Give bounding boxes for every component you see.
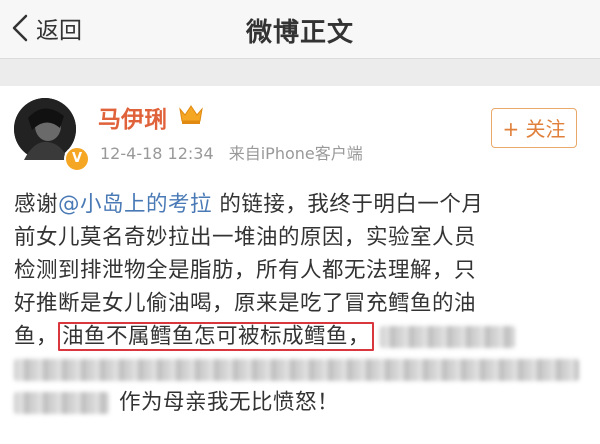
text-segment: 作为母亲我无比愤怒！ [119, 390, 340, 415]
post-source: 来自iPhone客户端 [228, 144, 363, 163]
text-segment: 的链接，我终于明白一个月 [212, 192, 484, 217]
post-line: 鱼， 油鱼不属鳕鱼怎可被标成鳕鱼， [14, 320, 589, 353]
post-line: 作为母亲我无比愤怒！ [14, 386, 589, 419]
verified-v-badge-icon: V [64, 146, 90, 172]
text-segment: 鱼， [14, 324, 59, 349]
post-meta: 12-4-18 12:34 来自iPhone客户端 [100, 140, 373, 164]
navigation-bar: 返回 微博正文 [0, 0, 600, 59]
post-line: 检测到排泄物全是脂肪，所有人都无法理解，只 [14, 258, 477, 283]
crown-vip-icon [179, 105, 203, 124]
post-line: 前女儿莫名奇妙拉出一堆油的原因，实验室人员 [14, 225, 477, 250]
highlighted-text: 油鱼不属鳕鱼怎可被标成鳕鱼， [58, 322, 375, 351]
page-title: 微博正文 [245, 18, 354, 48]
blurred-text [14, 392, 109, 414]
post-line: 感谢@小岛上的考拉 的链接，我终于明白一个月 [14, 188, 589, 221]
mention-link[interactable]: @小岛上的考拉 [58, 192, 212, 217]
post-line: 好推断是女儿偷油喝，原来是吃了冒充鳕鱼的油 [14, 291, 477, 316]
blurred-text [14, 359, 579, 381]
post-timestamp: 12-4-18 12:34 [100, 144, 214, 163]
text-segment: 感谢 [14, 192, 59, 217]
weibo-post-card: V 马伊琍 12-4-18 12:34 来自iPhone客户端 + 关注 感谢@… [0, 86, 600, 444]
section-divider [0, 59, 600, 86]
username[interactable]: 马伊琍 [98, 100, 167, 134]
post-body: 感谢@小岛上的考拉 的链接，我终于明白一个月 前女儿莫名奇妙拉出一堆油的原因，实… [14, 188, 589, 419]
post-line [14, 353, 589, 386]
avatar[interactable]: V [14, 98, 90, 172]
blurred-text [380, 326, 516, 348]
follow-button[interactable]: + 关注 [491, 108, 577, 148]
